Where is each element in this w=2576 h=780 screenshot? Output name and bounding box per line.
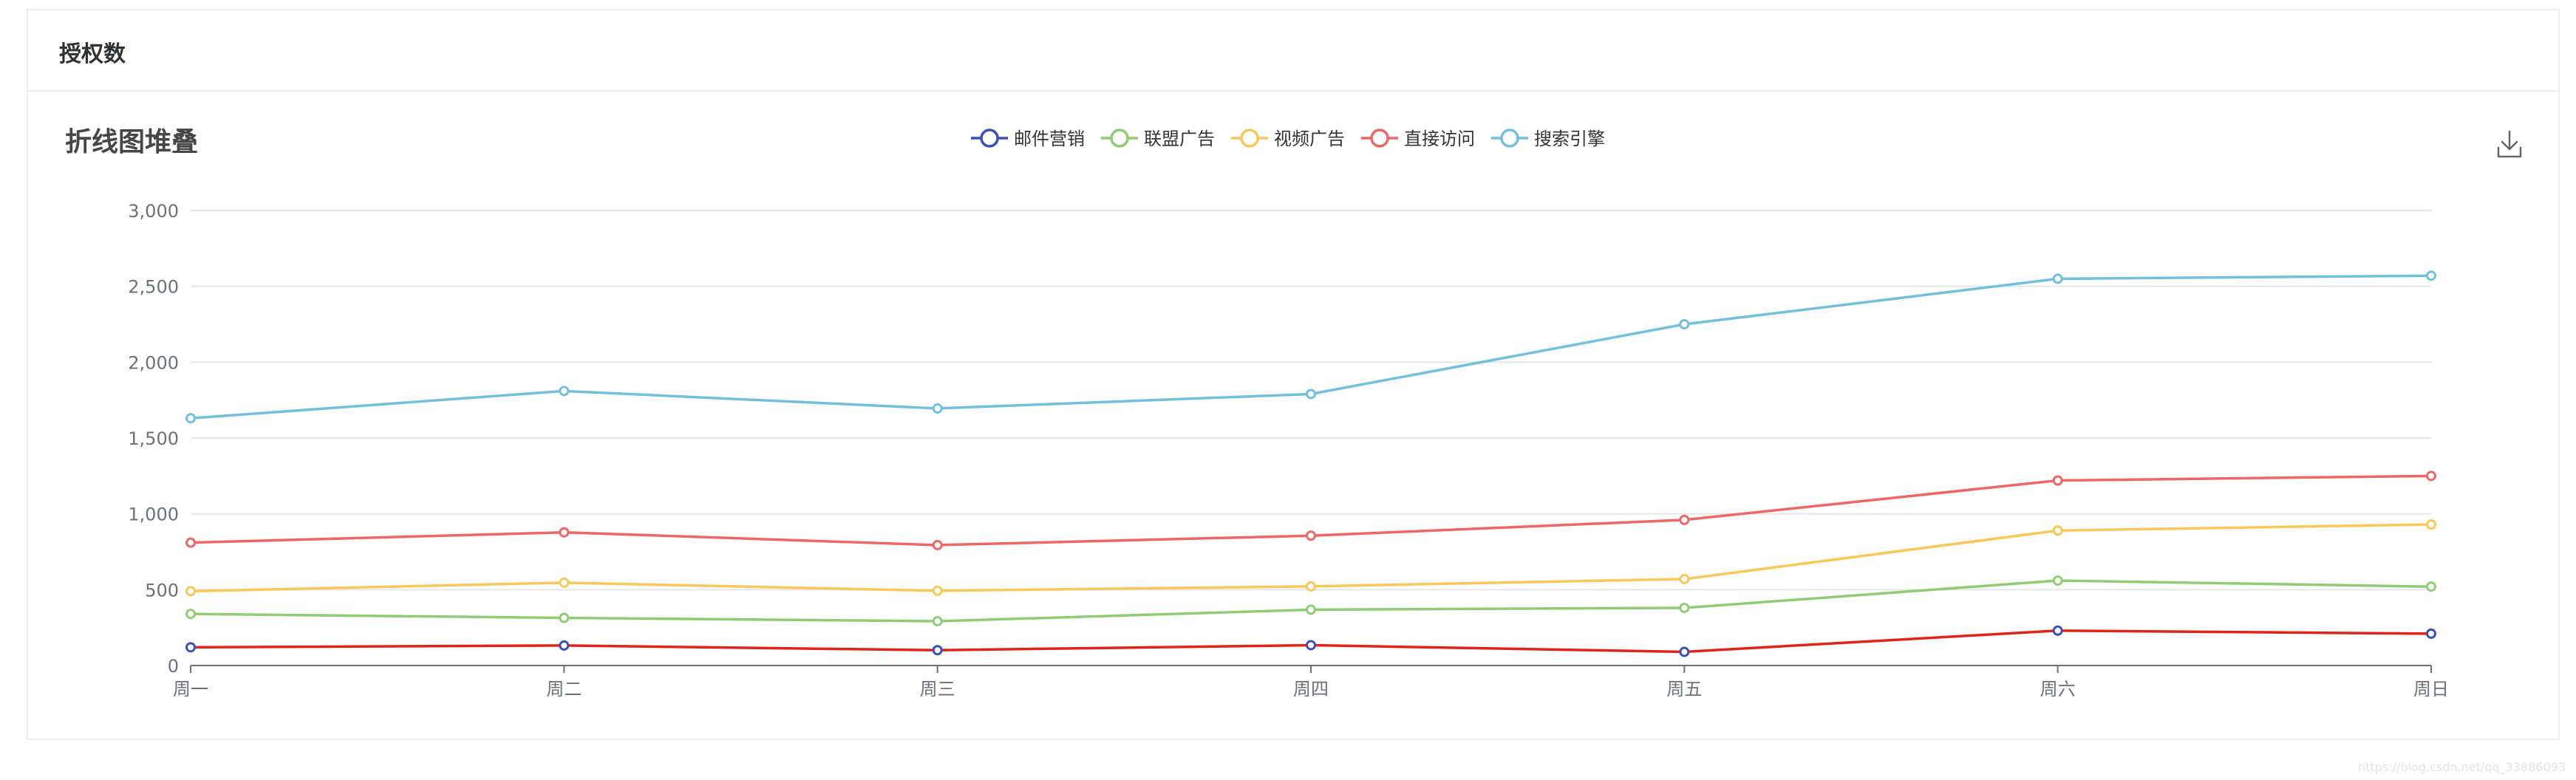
legend-marker — [1370, 129, 1389, 148]
data-point[interactable] — [185, 586, 196, 597]
data-point[interactable] — [1306, 640, 1316, 651]
data-point[interactable] — [185, 609, 196, 620]
data-point[interactable] — [932, 539, 943, 550]
data-point[interactable] — [1306, 530, 1316, 541]
x-tick-label: 周日 — [2413, 679, 2449, 699]
data-point[interactable] — [559, 640, 570, 651]
y-tick-label: 500 — [145, 580, 179, 601]
legend-item[interactable]: 搜索引擎 — [1490, 129, 1605, 149]
series-5 — [185, 270, 2436, 424]
data-point[interactable] — [2426, 471, 2436, 482]
legend-label: 直接访问 — [1404, 129, 1475, 149]
line-chart: 折线图堆叠 0 500 1,000 1,500 2,000 2,500 3,000 周一 周二… — [65, 124, 2529, 699]
legend-item[interactable]: 视频广告 — [1231, 129, 1345, 149]
x-tick-label: 周五 — [1666, 679, 1702, 699]
data-point[interactable] — [559, 527, 570, 538]
x-tick-label: 周二 — [546, 679, 582, 699]
x-axis: 周一 周二 周三 周四 周五 周六 周日 — [173, 665, 2449, 699]
data-point[interactable] — [1306, 604, 1316, 615]
data-point[interactable] — [185, 413, 196, 424]
data-point[interactable] — [2052, 273, 2063, 284]
series-layer — [185, 270, 2436, 657]
x-tick-label: 周三 — [920, 679, 955, 699]
series-4 — [185, 471, 2436, 550]
legend[interactable]: 邮件营销 联盟广告 视频广告 直接访问 搜索引擎 — [971, 129, 1605, 149]
data-point[interactable] — [2052, 475, 2063, 486]
legend-marker — [1240, 129, 1259, 148]
x-tick-label: 周一 — [173, 679, 208, 699]
data-point[interactable] — [932, 645, 943, 656]
y-tick-label: 1,500 — [128, 428, 179, 449]
legend-marker — [1110, 129, 1129, 148]
legend-item[interactable]: 联盟广告 — [1101, 129, 1215, 149]
y-axis: 0 500 1,000 1,500 2,000 2,500 3,000 — [128, 201, 179, 677]
chart-title: 折线图堆叠 — [65, 127, 198, 157]
legend-item[interactable]: 邮件营销 — [971, 129, 1085, 149]
data-point[interactable] — [932, 616, 943, 627]
data-point[interactable] — [932, 403, 943, 414]
data-point[interactable] — [1679, 646, 1690, 657]
data-point[interactable] — [559, 577, 570, 588]
series-1 — [185, 625, 2436, 657]
y-tick-label: 1,000 — [128, 504, 179, 525]
data-point[interactable] — [2426, 519, 2436, 530]
data-point[interactable] — [2426, 628, 2436, 639]
data-point[interactable] — [185, 537, 196, 548]
data-point[interactable] — [1306, 389, 1316, 400]
legend-item[interactable]: 直接访问 — [1360, 129, 1475, 149]
data-point[interactable] — [559, 612, 570, 623]
y-tick-label: 3,000 — [128, 201, 179, 222]
data-point[interactable] — [1679, 514, 1690, 525]
watermark: https://blog.csdn.net/qq_33886093 — [2358, 760, 2566, 774]
data-point[interactable] — [2052, 625, 2063, 636]
y-tick-label: 0 — [168, 656, 179, 677]
data-point[interactable] — [2052, 525, 2063, 536]
data-point[interactable] — [1306, 581, 1316, 592]
y-tick-label: 2,500 — [128, 277, 179, 298]
x-tick-label: 周四 — [1293, 679, 1329, 699]
data-point[interactable] — [2426, 581, 2436, 592]
data-point[interactable] — [1679, 602, 1690, 613]
legend-marker — [980, 129, 999, 148]
data-point[interactable] — [1679, 319, 1690, 329]
data-point[interactable] — [559, 386, 570, 397]
x-tick-label: 周六 — [2040, 679, 2076, 699]
legend-marker — [1500, 129, 1519, 148]
data-point[interactable] — [2426, 270, 2436, 281]
data-point[interactable] — [185, 642, 196, 653]
download-button[interactable] — [2490, 124, 2529, 162]
legend-label: 邮件营销 — [1014, 129, 1085, 149]
y-tick-label: 2,000 — [128, 352, 179, 373]
data-point[interactable] — [2052, 575, 2063, 586]
data-point[interactable] — [932, 585, 943, 596]
legend-label: 视频广告 — [1274, 129, 1345, 149]
legend-label: 搜索引擎 — [1534, 129, 1605, 149]
data-point[interactable] — [1679, 573, 1690, 584]
legend-label: 联盟广告 — [1144, 129, 1215, 149]
